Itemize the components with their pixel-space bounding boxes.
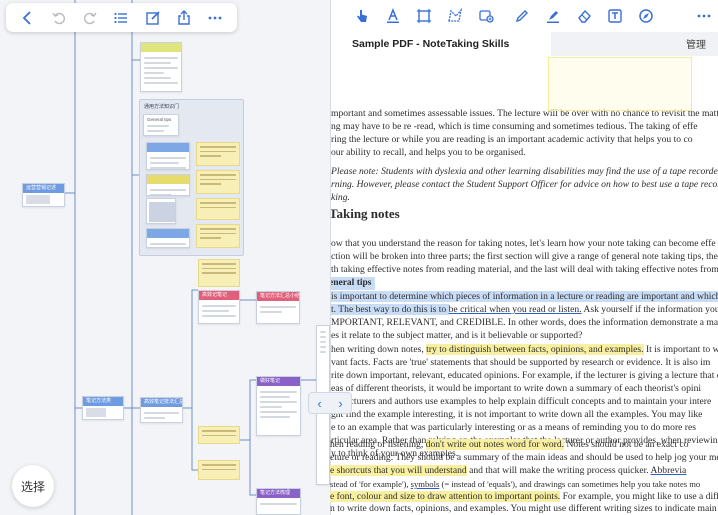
branch-node-title: 笔记方法类 <box>83 397 123 406</box>
document-tab[interactable]: Sample PDF - NoteTaking Skills <box>331 32 551 56</box>
note-line: king. <box>331 192 350 203</box>
root-node-title: 运营营销记述 <box>23 184 64 193</box>
document-node[interactable] <box>140 42 182 92</box>
paragraph-line: es it relate to the subject matter, and … <box>331 330 583 341</box>
redo-icon[interactable] <box>79 7 101 29</box>
frame-icon[interactable] <box>410 2 438 30</box>
group-card[interactable] <box>146 174 190 196</box>
annotation-toolbar <box>331 0 718 32</box>
paragraph-line: ow that you understand the reason for ta… <box>331 238 716 249</box>
group-image-card[interactable] <box>146 198 176 224</box>
pink-node[interactable]: 高效记笔记 <box>198 290 240 324</box>
sticky-note[interactable] <box>196 142 240 166</box>
pdf-page[interactable]: mportant and sometimes assessable issues… <box>331 56 718 515</box>
pink-node[interactable]: 笔记方法汇总小结 <box>256 291 300 324</box>
paragraph-line: th taking effective notes from reading m… <box>331 264 718 275</box>
paragraph-text: hen writing down notes, <box>331 344 427 355</box>
branch-node-title: 高效笔记技法汇总 <box>141 398 182 407</box>
sticky-note[interactable] <box>198 460 240 480</box>
group-title: 通用方法知识门 <box>144 104 180 110</box>
paragraph-line: ng may have to be re -read, which is tim… <box>331 121 698 132</box>
purple-node-title: 笔记方法梳理 <box>257 489 300 498</box>
select-button[interactable]: 选择 <box>12 465 54 507</box>
paragraph-line: ght find the example interesting, it is … <box>331 409 703 420</box>
back-icon[interactable] <box>17 7 39 29</box>
manage-button[interactable]: 管理 <box>686 36 706 51</box>
text-style-icon[interactable] <box>379 2 407 30</box>
paragraph-text: It is important to w <box>643 344 718 355</box>
highlighted-text[interactable]: is important to determine which pieces o… <box>331 291 718 302</box>
group-subtitle: General tips <box>147 117 172 122</box>
annotation-frame[interactable] <box>548 57 692 111</box>
lasso-icon[interactable] <box>441 2 469 30</box>
root-node[interactable]: 运营营销记述 <box>22 183 65 207</box>
image-icon[interactable] <box>472 2 500 30</box>
paragraph-line: eas of different theorists, it would be … <box>331 383 702 394</box>
purple-node-title: 做好笔记 <box>257 377 300 386</box>
paragraph-line: rticular area. Rather than relying on th… <box>331 435 718 446</box>
purple-node[interactable]: 笔记方法梳理 <box>256 488 301 515</box>
paragraph-text: Ask yourself if the information you're l <box>583 304 718 315</box>
list-icon[interactable] <box>110 7 132 29</box>
paragraph-line: ring the lecture or while you are readin… <box>331 134 693 145</box>
paragraph-line: s. Lecturers and authors use examples to… <box>331 396 712 407</box>
subsection-heading: eneral tips <box>331 277 376 290</box>
sticky-note[interactable] <box>196 224 240 248</box>
branch-node[interactable]: 笔记方法类 <box>82 396 124 420</box>
pen-icon[interactable] <box>508 2 536 30</box>
chevron-right-icon[interactable]: › <box>338 396 342 411</box>
document-tab-title: Sample PDF - NoteTaking Skills <box>352 38 510 50</box>
sticky-note[interactable] <box>196 170 240 194</box>
underlined-text[interactable]: be critical when you read or listen. <box>449 304 582 315</box>
purple-node[interactable]: 做好笔记 <box>256 376 301 436</box>
highlighted-text[interactable]: t. The best way to do this is to <box>331 304 449 315</box>
share-icon[interactable] <box>173 7 195 29</box>
edit-icon[interactable] <box>142 7 164 29</box>
group-card[interactable] <box>146 228 190 248</box>
pink-node-title: 高效记笔记 <box>199 291 239 300</box>
note-line: Please note: Students with dyslexia and … <box>331 166 718 177</box>
canvas-toolbar <box>6 3 237 32</box>
mindmap-canvas[interactable]: 运营营销记述 通用方法知识门 General tips 笔记方法类 高效笔记技法… <box>0 0 330 515</box>
more-icon[interactable] <box>204 7 226 29</box>
paragraph-line: our ability to recall, and helps you to … <box>331 147 526 158</box>
paragraph-line: vant facts. Facts are 'true' statements … <box>331 357 711 368</box>
group-subnode[interactable]: General tips <box>143 114 179 136</box>
textbox-icon[interactable] <box>601 2 629 30</box>
chevron-left-icon[interactable]: ‹ <box>317 396 321 411</box>
more-icon[interactable] <box>690 2 718 30</box>
paragraph-line: y to think of your own examples. <box>331 448 459 459</box>
paragraph-line: MPORTANT, RELEVANT, and CREDIBLE. In oth… <box>331 317 718 328</box>
sticky-note[interactable] <box>196 198 240 220</box>
paragraph-line: ction will be broken into three parts; t… <box>331 251 718 262</box>
pointer-icon[interactable] <box>348 2 376 30</box>
sticky-note[interactable] <box>198 426 240 444</box>
branch-node[interactable]: 高效笔记技法汇总 <box>140 397 183 423</box>
split-view-handle[interactable]: ‹ › <box>308 392 352 414</box>
section-heading: Taking notes <box>330 206 400 221</box>
paragraph-line: e to an example that was particularly in… <box>331 422 696 433</box>
highlighter-icon[interactable] <box>539 2 567 30</box>
group-card[interactable] <box>146 142 190 170</box>
highlighted-text[interactable]: try to distinguish between facts, opinio… <box>426 344 644 355</box>
undo-icon[interactable] <box>48 7 70 29</box>
sticky-note[interactable] <box>198 259 240 287</box>
paragraph-line: rite down important, relevant, educated … <box>331 370 718 381</box>
pink-node-title: 笔记方法汇总小结 <box>257 292 299 301</box>
note-line: rning. However, please contact the Stude… <box>331 179 718 190</box>
eraser-icon[interactable] <box>570 2 598 30</box>
compass-icon[interactable] <box>632 2 660 30</box>
group-container[interactable]: 通用方法知识门 General tips <box>139 99 244 256</box>
